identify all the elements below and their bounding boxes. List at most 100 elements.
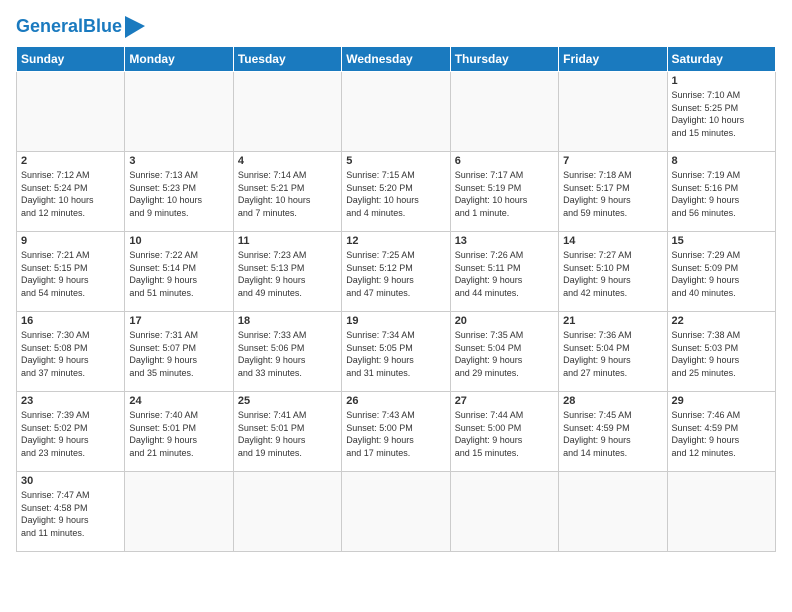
day-header-friday: Friday bbox=[559, 47, 667, 72]
day-info: Sunrise: 7:44 AM Sunset: 5:00 PM Dayligh… bbox=[455, 409, 554, 459]
day-info: Sunrise: 7:45 AM Sunset: 4:59 PM Dayligh… bbox=[563, 409, 662, 459]
day-number: 9 bbox=[21, 235, 120, 247]
day-number: 26 bbox=[346, 395, 445, 407]
calendar-cell: 24Sunrise: 7:40 AM Sunset: 5:01 PM Dayli… bbox=[125, 392, 233, 472]
calendar-cell: 7 Sunrise: 7:18 AM Sunset: 5:17 PM Daylig… bbox=[559, 152, 667, 232]
calendar-cell bbox=[559, 472, 667, 552]
week-row-3: 16 Sunrise: 7:30 AM Sunset: 5:08 PM Dayli… bbox=[17, 312, 776, 392]
day-info: Sunrise: 7:23 AM Sunset: 5:13 PM Dayligh… bbox=[238, 249, 337, 299]
calendar-cell: 28 Sunrise: 7:45 AM Sunset: 4:59 PM Dayli… bbox=[559, 392, 667, 472]
calendar-cell: 1 Sunrise: 7:10 AM Sunset: 5:25 PM Daylig… bbox=[667, 72, 775, 152]
day-info: Sunrise: 7:19 AM Sunset: 5:16 PM Dayligh… bbox=[672, 169, 771, 219]
day-number: 13 bbox=[455, 235, 554, 247]
day-info: Sunrise: 7:41 AM Sunset: 5:01 PM Dayligh… bbox=[238, 409, 337, 459]
logo-text: GeneralBlue bbox=[16, 17, 122, 37]
calendar-cell: 23 Sunrise: 7:39 AM Sunset: 5:02 PM Dayli… bbox=[17, 392, 125, 472]
calendar-cell bbox=[342, 72, 450, 152]
day-number: 1 bbox=[672, 75, 771, 87]
day-info: Sunrise: 7:35 AM Sunset: 5:04 PM Dayligh… bbox=[455, 329, 554, 379]
week-row-0: 1 Sunrise: 7:10 AM Sunset: 5:25 PM Daylig… bbox=[17, 72, 776, 152]
calendar-cell: 6 Sunrise: 7:17 AM Sunset: 5:19 PM Daylig… bbox=[450, 152, 558, 232]
calendar-cell: 5 Sunrise: 7:15 AM Sunset: 5:20 PM Daylig… bbox=[342, 152, 450, 232]
day-number: 6 bbox=[455, 155, 554, 167]
calendar-cell: 29Sunrise: 7:46 AM Sunset: 4:59 PM Dayli… bbox=[667, 392, 775, 472]
day-header-tuesday: Tuesday bbox=[233, 47, 341, 72]
calendar-cell bbox=[233, 72, 341, 152]
calendar-cell bbox=[17, 72, 125, 152]
calendar-cell: 2 Sunrise: 7:12 AM Sunset: 5:24 PM Daylig… bbox=[17, 152, 125, 232]
calendar-cell bbox=[450, 72, 558, 152]
calendar-header: SundayMondayTuesdayWednesdayThursdayFrid… bbox=[17, 47, 776, 72]
day-info: Sunrise: 7:15 AM Sunset: 5:20 PM Dayligh… bbox=[346, 169, 445, 219]
day-number: 10 bbox=[129, 235, 228, 247]
day-number: 18 bbox=[238, 315, 337, 327]
day-info: Sunrise: 7:36 AM Sunset: 5:04 PM Dayligh… bbox=[563, 329, 662, 379]
logo-icon bbox=[125, 16, 145, 38]
day-info: Sunrise: 7:22 AM Sunset: 5:14 PM Dayligh… bbox=[129, 249, 228, 299]
calendar-cell: 13 Sunrise: 7:26 AM Sunset: 5:11 PM Dayli… bbox=[450, 232, 558, 312]
calendar-cell: 11 Sunrise: 7:23 AM Sunset: 5:13 PM Dayli… bbox=[233, 232, 341, 312]
day-info: Sunrise: 7:47 AM Sunset: 4:58 PM Dayligh… bbox=[21, 489, 120, 539]
day-header-wednesday: Wednesday bbox=[342, 47, 450, 72]
calendar-cell bbox=[125, 72, 233, 152]
day-info: Sunrise: 7:21 AM Sunset: 5:15 PM Dayligh… bbox=[21, 249, 120, 299]
day-info: Sunrise: 7:26 AM Sunset: 5:11 PM Dayligh… bbox=[455, 249, 554, 299]
logo-blue: Blue bbox=[83, 16, 122, 36]
day-info: Sunrise: 7:18 AM Sunset: 5:17 PM Dayligh… bbox=[563, 169, 662, 219]
calendar-body: 1 Sunrise: 7:10 AM Sunset: 5:25 PM Daylig… bbox=[17, 72, 776, 552]
day-info: Sunrise: 7:27 AM Sunset: 5:10 PM Dayligh… bbox=[563, 249, 662, 299]
calendar-cell: 21 Sunrise: 7:36 AM Sunset: 5:04 PM Dayli… bbox=[559, 312, 667, 392]
day-number: 22 bbox=[672, 315, 771, 327]
week-row-1: 2 Sunrise: 7:12 AM Sunset: 5:24 PM Daylig… bbox=[17, 152, 776, 232]
calendar-cell: 12 Sunrise: 7:25 AM Sunset: 5:12 PM Dayli… bbox=[342, 232, 450, 312]
day-number: 8 bbox=[672, 155, 771, 167]
day-number: 29 bbox=[672, 395, 771, 407]
day-number: 2 bbox=[21, 155, 120, 167]
day-number: 20 bbox=[455, 315, 554, 327]
calendar-cell bbox=[342, 472, 450, 552]
day-info: Sunrise: 7:40 AM Sunset: 5:01 PM Dayligh… bbox=[129, 409, 228, 459]
day-info: Sunrise: 7:25 AM Sunset: 5:12 PM Dayligh… bbox=[346, 249, 445, 299]
day-number: 4 bbox=[238, 155, 337, 167]
day-number: 11 bbox=[238, 235, 337, 247]
day-number: 19 bbox=[346, 315, 445, 327]
day-number: 28 bbox=[563, 395, 662, 407]
day-info: Sunrise: 7:43 AM Sunset: 5:00 PM Dayligh… bbox=[346, 409, 445, 459]
day-number: 14 bbox=[563, 235, 662, 247]
day-number: 30 bbox=[21, 475, 120, 487]
calendar-cell: 20 Sunrise: 7:35 AM Sunset: 5:04 PM Dayli… bbox=[450, 312, 558, 392]
day-number: 15 bbox=[672, 235, 771, 247]
calendar-cell: 26 Sunrise: 7:43 AM Sunset: 5:00 PM Dayli… bbox=[342, 392, 450, 472]
day-info: Sunrise: 7:38 AM Sunset: 5:03 PM Dayligh… bbox=[672, 329, 771, 379]
calendar-cell bbox=[559, 72, 667, 152]
calendar-cell bbox=[450, 472, 558, 552]
calendar-cell: 14 Sunrise: 7:27 AM Sunset: 5:10 PM Dayli… bbox=[559, 232, 667, 312]
day-header-thursday: Thursday bbox=[450, 47, 558, 72]
day-number: 16 bbox=[21, 315, 120, 327]
day-info: Sunrise: 7:17 AM Sunset: 5:19 PM Dayligh… bbox=[455, 169, 554, 219]
day-number: 7 bbox=[563, 155, 662, 167]
calendar-cell: 25 Sunrise: 7:41 AM Sunset: 5:01 PM Dayli… bbox=[233, 392, 341, 472]
day-info: Sunrise: 7:39 AM Sunset: 5:02 PM Dayligh… bbox=[21, 409, 120, 459]
day-header-sunday: Sunday bbox=[17, 47, 125, 72]
calendar-cell: 3Sunrise: 7:13 AM Sunset: 5:23 PM Daylig… bbox=[125, 152, 233, 232]
day-number: 25 bbox=[238, 395, 337, 407]
calendar-cell: 4 Sunrise: 7:14 AM Sunset: 5:21 PM Daylig… bbox=[233, 152, 341, 232]
calendar-cell: 15Sunrise: 7:29 AM Sunset: 5:09 PM Dayli… bbox=[667, 232, 775, 312]
day-number: 12 bbox=[346, 235, 445, 247]
calendar-cell: 9 Sunrise: 7:21 AM Sunset: 5:15 PM Daylig… bbox=[17, 232, 125, 312]
day-header-monday: Monday bbox=[125, 47, 233, 72]
day-info: Sunrise: 7:30 AM Sunset: 5:08 PM Dayligh… bbox=[21, 329, 120, 379]
day-number: 23 bbox=[21, 395, 120, 407]
day-number: 21 bbox=[563, 315, 662, 327]
calendar-cell: 17Sunrise: 7:31 AM Sunset: 5:07 PM Dayli… bbox=[125, 312, 233, 392]
day-info: Sunrise: 7:12 AM Sunset: 5:24 PM Dayligh… bbox=[21, 169, 120, 219]
calendar-cell: 18Sunrise: 7:33 AM Sunset: 5:06 PM Dayli… bbox=[233, 312, 341, 392]
day-info: Sunrise: 7:14 AM Sunset: 5:21 PM Dayligh… bbox=[238, 169, 337, 219]
day-info: Sunrise: 7:31 AM Sunset: 5:07 PM Dayligh… bbox=[129, 329, 228, 379]
calendar-cell: 8 Sunrise: 7:19 AM Sunset: 5:16 PM Daylig… bbox=[667, 152, 775, 232]
calendar-cell bbox=[667, 472, 775, 552]
day-number: 5 bbox=[346, 155, 445, 167]
day-info: Sunrise: 7:10 AM Sunset: 5:25 PM Dayligh… bbox=[672, 89, 771, 139]
page-header: GeneralBlue bbox=[16, 16, 776, 38]
